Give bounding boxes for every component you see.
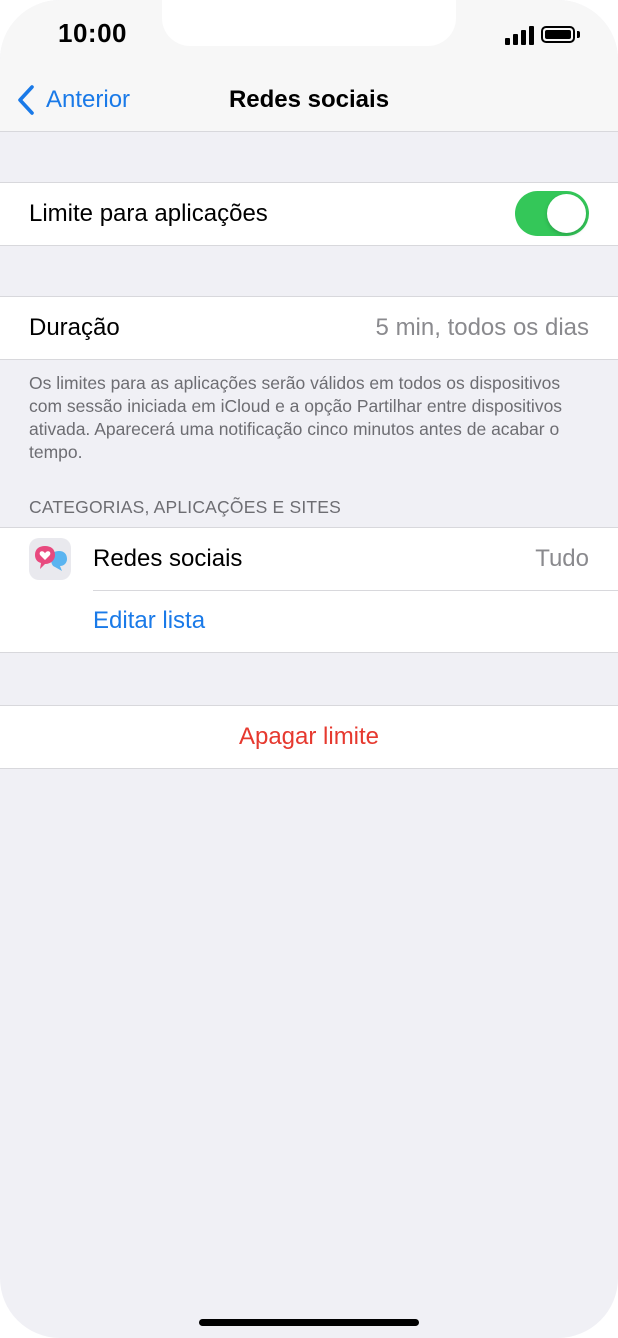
toggle-knob	[547, 194, 586, 233]
categories-group: Redes sociais Tudo Editar lista	[0, 527, 618, 653]
status-time: 10:00	[58, 18, 127, 48]
delete-row: Apagar limite	[0, 706, 618, 768]
duration-value: 5 min, todos os dias	[375, 314, 589, 341]
social-networks-icon	[29, 538, 71, 580]
category-value: Tudo	[535, 545, 589, 572]
category-row: Redes sociais Tudo	[0, 528, 618, 591]
edit-list-button[interactable]: Editar lista	[93, 607, 205, 635]
navigation-bar: 10:00 Anterior Redes sociais	[0, 0, 618, 132]
delete-group: Apagar limite	[0, 705, 618, 769]
battery-icon	[541, 26, 575, 43]
home-indicator[interactable]	[199, 1319, 419, 1326]
duration-label: Duração	[29, 314, 120, 341]
limit-label: Limite para aplicações	[29, 200, 268, 227]
duration-group: Duração 5 min, todos os dias	[0, 296, 618, 360]
signal-icon	[505, 25, 535, 45]
duration-row[interactable]: Duração 5 min, todos os dias	[0, 297, 618, 359]
limit-row: Limite para aplicações	[0, 183, 618, 245]
limit-footnote: Os limites para as aplicações serão váli…	[29, 373, 563, 462]
limit-group: Limite para aplicações	[0, 182, 618, 246]
page-title: Redes sociais	[228, 86, 390, 113]
phone-screen: 10:00 Anterior Redes sociais Limite para…	[0, 0, 618, 1338]
notch	[162, 0, 456, 46]
delete-limit-button[interactable]: Apagar limite	[239, 723, 379, 751]
limit-toggle[interactable]	[515, 191, 589, 236]
section-header: CATEGORIAS, APLICAÇÕES E SITES	[29, 497, 342, 517]
edit-list-row: Editar lista	[0, 590, 618, 652]
category-label: Redes sociais	[93, 545, 243, 572]
battery-tip	[577, 31, 580, 38]
